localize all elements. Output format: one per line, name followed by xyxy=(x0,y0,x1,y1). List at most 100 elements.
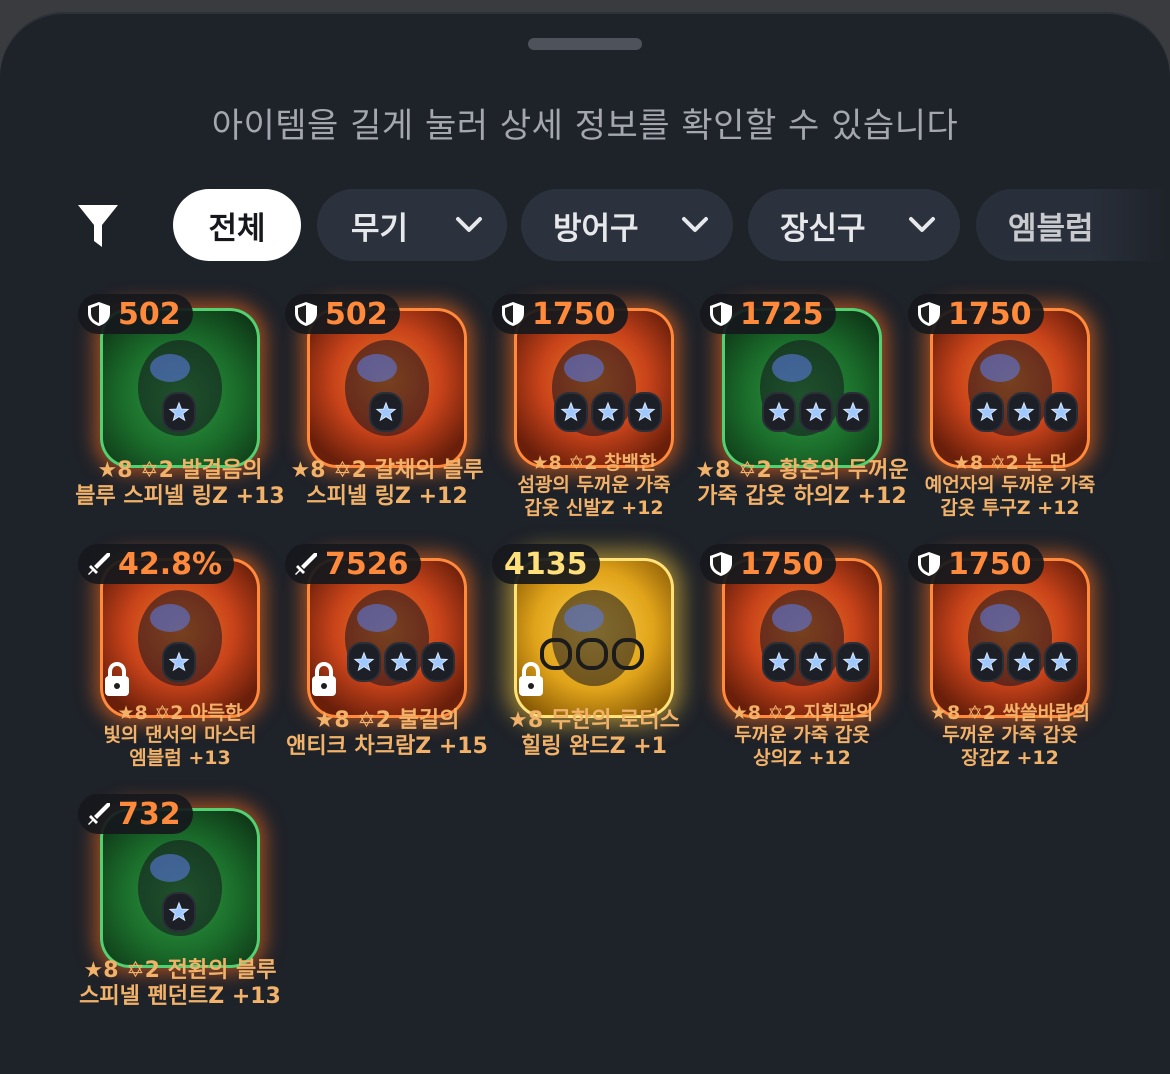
stat-value: 732 xyxy=(118,796,181,832)
item-name-line: 장갑Z +12 xyxy=(961,746,1059,769)
lock-icon xyxy=(105,662,129,696)
item-name-line: ★8 ✡2 싹쓸바람의 xyxy=(929,702,1091,724)
item-name-line: ★8 ✡2 전환의 블루 xyxy=(83,958,277,983)
item-name-line: 갑옷 투구Z +12 xyxy=(940,496,1080,519)
tab-all[interactable]: 전체 xyxy=(173,189,301,261)
lock-icon xyxy=(312,662,336,696)
item-name-line: 가죽 갑옷 하의Z +12 xyxy=(697,483,907,509)
star-socket-icon xyxy=(168,401,190,422)
shield-icon xyxy=(918,552,940,576)
star-socket-icon xyxy=(634,401,656,422)
item-name: ★8 ✡2 창백한 섬광의 두꺼운 가죽 갑옷 신발Z +12 xyxy=(474,452,714,519)
shield-icon xyxy=(710,302,732,326)
item-card[interactable]: 1750 ★8 ✡2 눈 먼 예언자의 두꺼운 가죽 갑옷 투구Z +12 xyxy=(908,294,1140,550)
tab-accessory[interactable]: 장신구 xyxy=(748,189,960,261)
star-socket-icon xyxy=(1050,401,1072,422)
socket xyxy=(628,392,662,432)
stat-badge: 502 xyxy=(78,294,193,334)
socket xyxy=(1044,392,1078,432)
item-card[interactable]: 1750 ★8 ✡2 창백한 섬광의 두꺼운 가죽 갑옷 신발Z +12 xyxy=(492,294,724,550)
stat-badge: 1725 xyxy=(700,294,836,334)
filter-icon[interactable] xyxy=(76,203,120,249)
item-name: ★8 ✡2 지휘관의 두꺼운 가죽 갑옷 상의Z +12 xyxy=(682,702,922,769)
item-name-line: 갑옷 신발Z +12 xyxy=(524,496,664,519)
item-card[interactable]: 1750 ★8 ✡2 싹쓸바람의 두꺼운 가죽 갑옷 장갑Z +12 xyxy=(908,544,1140,800)
star-socket-icon xyxy=(976,651,998,672)
socket xyxy=(799,392,833,432)
stat-badge: 1750 xyxy=(908,294,1044,334)
item-name-line: ★8 ✡2 발걸음의 xyxy=(97,458,263,483)
stat-value: 1750 xyxy=(948,546,1032,582)
stat-badge: 42.8% xyxy=(78,544,235,584)
drag-handle[interactable] xyxy=(528,38,642,50)
socket xyxy=(836,642,870,682)
socket xyxy=(762,392,796,432)
star-socket-icon xyxy=(353,651,375,672)
socket xyxy=(162,392,196,432)
item-name-line: ★8 무한의 로터스 xyxy=(508,708,680,733)
stat-badge: 502 xyxy=(285,294,400,334)
stat-badge: 1750 xyxy=(908,544,1044,584)
star-socket-icon xyxy=(805,401,827,422)
item-card[interactable]: 732 ★8 ✡2 전환의 블루 스피넬 펜던트Z +13 xyxy=(78,794,310,1050)
item-name-line: 스피넬 펜던트Z +13 xyxy=(79,983,281,1009)
item-name-line: 블루 스피넬 링Z +13 xyxy=(75,483,285,509)
stat-value: 1750 xyxy=(948,296,1032,332)
sword-icon xyxy=(88,553,110,575)
item-name: ★8 ✡2 발걸음의 블루 스피넬 링Z +13 xyxy=(60,458,300,510)
stat-badge: 7526 xyxy=(285,544,421,584)
stat-value: 4135 xyxy=(504,546,588,582)
item-name-line: 힐링 완드Z +1 xyxy=(521,733,667,759)
socket xyxy=(421,642,455,682)
stat-value: 42.8% xyxy=(118,546,223,582)
item-name: ★8 ✡2 불길의 앤티크 차크람Z +15 xyxy=(267,708,507,760)
shield-icon xyxy=(502,302,524,326)
item-name-line: ★8 ✡2 창백한 xyxy=(531,452,657,474)
tab-armor[interactable]: 방어구 xyxy=(521,189,733,261)
chevron-down-icon xyxy=(682,217,708,232)
socket xyxy=(1007,392,1041,432)
shield-icon xyxy=(88,302,110,326)
item-name-line: ★8 ✡2 불길의 xyxy=(314,708,460,733)
tab-armor-label: 방어구 xyxy=(553,210,639,247)
item-card[interactable]: 7526 ★8 ✡2 불길의 앤티크 차크람Z +15 xyxy=(285,544,517,800)
tab-all-label: 전체 xyxy=(208,210,266,247)
sword-icon xyxy=(88,803,110,825)
tab-weapon[interactable]: 무기 xyxy=(317,189,507,261)
socket xyxy=(762,642,796,682)
hint-text: 아이템을 길게 눌러 상세 정보를 확인할 수 있습니다 xyxy=(211,106,959,146)
item-name-line: ★8 ✡2 지휘관의 xyxy=(730,702,874,724)
scroll-fade xyxy=(1090,180,1170,270)
item-name-line: 두꺼운 가죽 갑옷 xyxy=(734,724,870,747)
item-name-line: 상의Z +12 xyxy=(753,746,851,769)
item-name-line: 두꺼운 가죽 갑옷 xyxy=(942,724,1078,747)
socket xyxy=(970,392,1004,432)
star-socket-icon xyxy=(768,651,790,672)
socket xyxy=(554,392,588,432)
tab-weapon-label: 무기 xyxy=(351,210,409,247)
item-name: ★8 ✡2 전환의 블루 스피넬 펜던트Z +13 xyxy=(60,958,300,1010)
star-socket-icon xyxy=(805,651,827,672)
lock-icon xyxy=(519,662,543,696)
socket xyxy=(970,642,1004,682)
item-card[interactable]: 42.8% ★8 ✡2 아득한 빛의 댄서의 마스터 엠블럼 +13 xyxy=(78,544,310,800)
item-card[interactable]: 502 ★8 ✡2 발걸음의 블루 스피넬 링Z +13 xyxy=(75,294,310,550)
socket xyxy=(162,892,196,932)
star-socket-icon xyxy=(560,401,582,422)
star-socket-icon xyxy=(168,901,190,922)
item-name: ★8 무한의 로터스 힐링 완드Z +1 xyxy=(474,708,714,760)
socket xyxy=(347,642,381,682)
stat-value: 1750 xyxy=(532,296,616,332)
socket xyxy=(1044,642,1078,682)
item-name-line: ★8 ✡2 눈 먼 xyxy=(952,452,1068,474)
star-socket-icon xyxy=(375,401,397,422)
chevron-down-icon xyxy=(909,217,935,232)
item-name-line: ★8 ✡2 아득한 xyxy=(117,702,243,724)
shield-icon xyxy=(295,302,317,326)
item-name-line: 스피넬 링Z +12 xyxy=(306,483,468,509)
item-name-line: 엠블럼 +13 xyxy=(129,746,231,769)
star-socket-icon xyxy=(597,401,619,422)
stat-badge: 1750 xyxy=(492,294,628,334)
socket xyxy=(836,392,870,432)
shield-icon xyxy=(710,552,732,576)
